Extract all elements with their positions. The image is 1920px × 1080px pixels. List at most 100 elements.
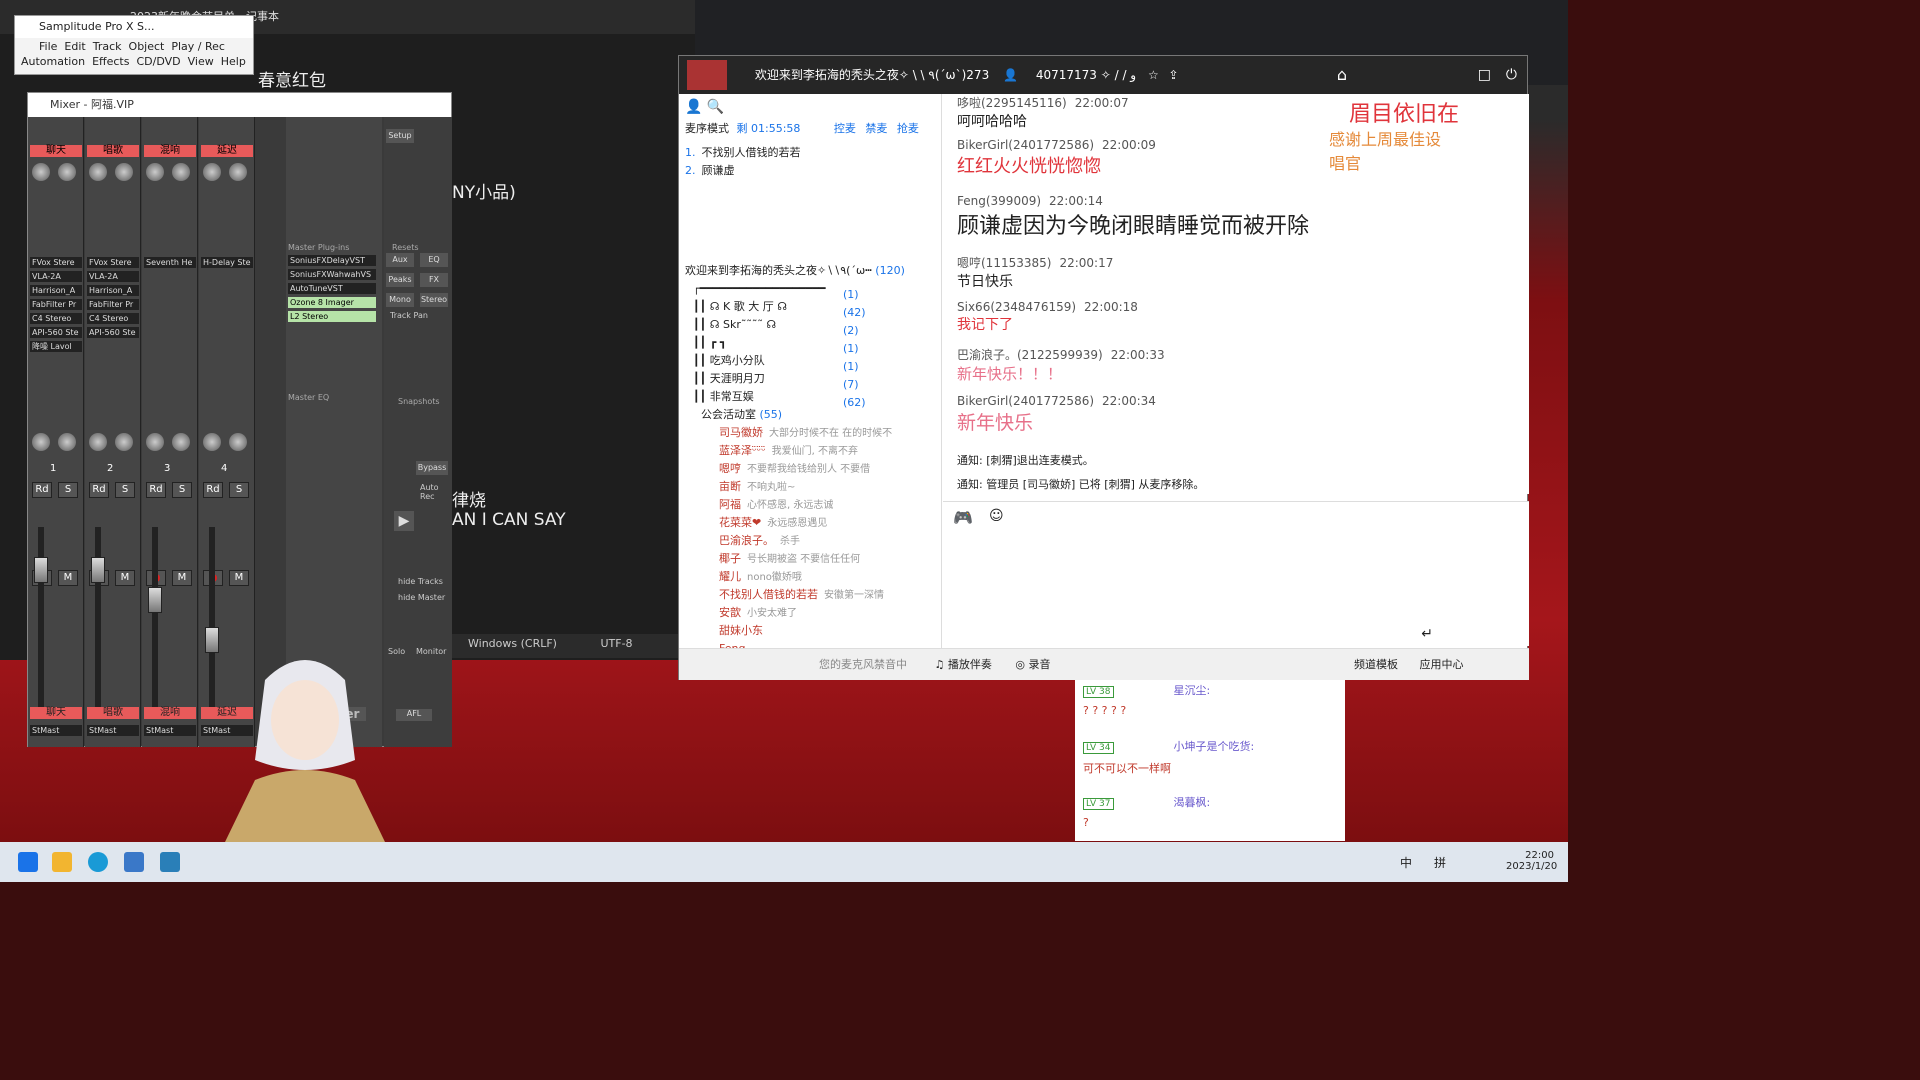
read-button[interactable]: Rd xyxy=(89,482,109,498)
menu-effects[interactable]: Effects xyxy=(92,55,129,68)
solo-button[interactable]: S xyxy=(58,482,78,498)
gamepad-icon[interactable]: 🎮 xyxy=(953,508,973,527)
read-button[interactable]: Rd xyxy=(146,482,166,498)
member-item[interactable]: 司马徽娇 大部分时候不在 在的时候不 xyxy=(719,424,937,442)
activity-room-row[interactable]: 公会活动室 (55) xyxy=(701,406,782,424)
output-select[interactable]: StMast xyxy=(87,725,139,736)
subchannel-item[interactable]: ┃┃ 天涯明月刀 (7) xyxy=(693,370,859,391)
ime-mode[interactable]: 中 xyxy=(1400,854,1412,871)
control-mic-link[interactable]: 控麦 xyxy=(834,122,856,135)
menu-object[interactable]: Object xyxy=(129,40,165,53)
eq-knob[interactable] xyxy=(89,433,107,451)
solo-button[interactable]: S xyxy=(172,482,192,498)
home-icon[interactable]: ⌂ xyxy=(1337,56,1347,94)
master-plugin-slot[interactable]: SoniusFXWahwahVS xyxy=(288,269,376,280)
mute-button[interactable]: M xyxy=(58,570,78,586)
menu-play-rec[interactable]: Play / Rec xyxy=(171,40,225,53)
mute-button[interactable]: M xyxy=(172,570,192,586)
gain-knob[interactable] xyxy=(172,163,190,181)
subchannel-item[interactable]: ┃┃ 吃鸡小分队 (1) xyxy=(693,352,859,373)
eq-knob[interactable] xyxy=(32,433,50,451)
plugin-slot[interactable]: Harrison_A xyxy=(87,285,139,296)
power-icon[interactable]: ⏻ xyxy=(1506,56,1517,94)
plugin-slot[interactable]: Harrison_A xyxy=(30,285,82,296)
music-icon[interactable]: ♫ xyxy=(935,658,945,671)
plugin-slot[interactable]: VLA-2A xyxy=(87,271,139,282)
member-item[interactable]: 不找别人借钱的若若 安徽第一深情 xyxy=(719,586,937,604)
hide-tracks-label[interactable]: hide Tracks xyxy=(398,577,443,586)
menu-view[interactable]: View xyxy=(188,55,214,68)
solo-button[interactable]: S xyxy=(229,482,249,498)
peaks-reset-button[interactable]: Peaks xyxy=(386,273,414,287)
fader-cap[interactable] xyxy=(34,557,48,583)
eq-knob[interactable] xyxy=(172,433,190,451)
menu-file[interactable]: File xyxy=(21,40,57,53)
clock[interactable]: 22:00 2023/1/20 xyxy=(1506,850,1557,872)
menu-track[interactable]: Track xyxy=(93,40,122,53)
mode-dropdown[interactable]: 麦序模式 xyxy=(685,122,729,135)
send-enter-icon[interactable]: ↵ xyxy=(1421,626,1433,642)
member-item[interactable]: 耀儿 nono徽娇哦 xyxy=(719,568,937,586)
member-item[interactable]: 巴渝浪子。 杀手 xyxy=(719,532,937,550)
plugin-slot[interactable]: FabFilter Pr xyxy=(30,299,82,310)
windows-start-icon[interactable] xyxy=(18,852,38,872)
output-select[interactable]: StMast xyxy=(144,725,196,736)
plugin-slot[interactable]: FVox Stere xyxy=(87,257,139,268)
plugin-slot[interactable]: FVox Stere xyxy=(30,257,82,268)
store-icon[interactable] xyxy=(124,852,144,872)
subchannel-item[interactable]: ┃┃ 非常互娱 (62) xyxy=(693,388,866,409)
read-button[interactable]: Rd xyxy=(32,482,52,498)
fullscreen-icon[interactable]: □ xyxy=(1478,56,1491,94)
fader-cap[interactable] xyxy=(148,587,162,613)
subchannel-item[interactable]: ┃┃ ☊ Skr˜˜˜˜ ☊ (2) xyxy=(693,316,859,337)
gain-knob[interactable] xyxy=(58,163,76,181)
member-item[interactable]: 甜妹小东 xyxy=(719,622,937,640)
member-item[interactable]: 嗯哼 不要帮我给钱给别人 不要借 xyxy=(719,460,937,478)
member-item[interactable]: 安歆 小安太难了 xyxy=(719,604,937,622)
file-explorer-icon[interactable] xyxy=(52,852,72,872)
plugin-slot[interactable]: 降噪 Lavol xyxy=(30,341,82,352)
eq-knob[interactable] xyxy=(203,433,221,451)
hide-master-label[interactable]: hide Master xyxy=(398,593,445,602)
fx-reset-button[interactable]: FX xyxy=(420,273,448,287)
solo-button[interactable]: S xyxy=(115,482,135,498)
member-item[interactable]: 椰子 号长期被盗 不要信任任何 xyxy=(719,550,937,568)
star-icon[interactable]: ☆ xyxy=(1148,68,1159,82)
eq-reset-button[interactable]: EQ xyxy=(420,253,448,267)
play-accompaniment-button[interactable]: 播放伴奏 xyxy=(948,658,992,671)
mono-button[interactable]: Mono xyxy=(386,293,414,307)
subchannel-item[interactable]: ┌━━━━━━━━━━━━━━━━━━━ (1) xyxy=(693,280,859,301)
menu-edit[interactable]: Edit xyxy=(64,40,85,53)
fader-cap[interactable] xyxy=(91,557,105,583)
member-item[interactable]: 花菜菜❤ 永远感恩遇见 xyxy=(719,514,937,532)
mute-button[interactable]: M xyxy=(115,570,135,586)
record-button[interactable]: 录音 xyxy=(1028,658,1050,671)
gain-knob[interactable] xyxy=(229,163,247,181)
grab-mic-link[interactable]: 抢麦 xyxy=(897,122,919,135)
read-button[interactable]: Rd xyxy=(203,482,223,498)
mute-button[interactable]: M xyxy=(229,570,249,586)
samplitude-icon[interactable] xyxy=(160,852,180,872)
plugin-slot[interactable]: API-560 Ste xyxy=(30,327,82,338)
plugin-slot[interactable]: H-Delay Ste xyxy=(201,257,253,268)
master-plugin-slot[interactable]: Ozone 8 Imager xyxy=(288,297,376,308)
gain-knob[interactable] xyxy=(146,163,164,181)
plugin-slot[interactable]: C4 Stereo xyxy=(30,313,82,324)
menu-cd-dvd[interactable]: CD/DVD xyxy=(136,55,180,68)
stereo-button[interactable]: Stereo xyxy=(420,293,448,307)
aux-reset-button[interactable]: Aux xyxy=(386,253,414,267)
plugin-slot[interactable]: C4 Stereo xyxy=(87,313,139,324)
subchannel-item[interactable]: ┃┃ ☊ K 歌 大 厅 ☊ (42) xyxy=(693,298,866,319)
plugin-slot[interactable]: Seventh He xyxy=(144,257,196,268)
master-plugin-slot[interactable]: SoniusFXDelayVST xyxy=(288,255,376,266)
master-plugin-slot[interactable]: L2 Stereo xyxy=(288,311,376,322)
menu-automation[interactable]: Automation xyxy=(21,55,85,68)
user-icon[interactable]: 👤 xyxy=(685,99,702,115)
share-icon[interactable]: ⇪ xyxy=(1169,68,1179,82)
eq-knob[interactable] xyxy=(146,433,164,451)
bypass-button[interactable]: Bypass xyxy=(416,461,448,475)
plugin-slot[interactable]: API-560 Ste xyxy=(87,327,139,338)
menu-help[interactable]: Help xyxy=(221,55,246,68)
search-icon[interactable]: 🔍 xyxy=(707,99,724,115)
edge-icon[interactable] xyxy=(88,852,108,872)
